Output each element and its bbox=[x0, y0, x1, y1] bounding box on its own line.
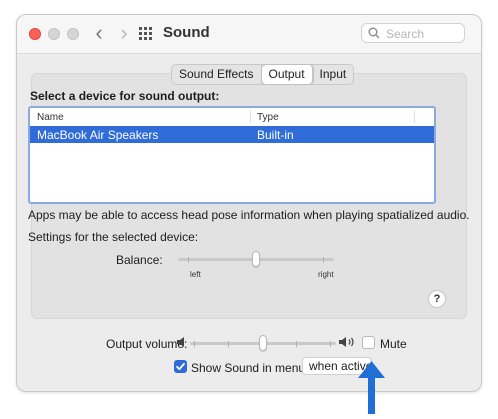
slider-tick bbox=[330, 341, 331, 347]
checkmark-icon bbox=[176, 362, 185, 371]
show-in-menu-bar-checkbox[interactable] bbox=[174, 360, 187, 373]
tab-input[interactable]: Input bbox=[313, 65, 354, 84]
forward-button[interactable]: › bbox=[114, 22, 134, 44]
mute-checkbox[interactable] bbox=[362, 336, 375, 349]
balance-label: Balance: bbox=[116, 253, 163, 267]
slider-tick bbox=[228, 341, 229, 347]
device-type: Built-in bbox=[257, 128, 294, 142]
speaker-low-icon bbox=[177, 337, 184, 347]
balance-slider[interactable] bbox=[178, 251, 334, 267]
output-volume-knob[interactable] bbox=[259, 335, 267, 351]
device-select-label: Select a device for sound output: bbox=[30, 89, 220, 103]
column-divider bbox=[250, 110, 251, 123]
device-row-selected[interactable]: MacBook Air Speakers Built-in bbox=[30, 126, 434, 143]
output-volume-slider[interactable] bbox=[190, 335, 336, 351]
list-header: Name Type bbox=[30, 108, 434, 127]
slider-tick bbox=[296, 341, 297, 347]
search-icon bbox=[368, 27, 380, 39]
tab-bar: Sound Effects Output Input bbox=[171, 64, 355, 85]
zoom-button[interactable] bbox=[67, 28, 79, 40]
search-field[interactable] bbox=[361, 23, 465, 43]
slider-tick bbox=[194, 341, 195, 347]
device-name: MacBook Air Speakers bbox=[37, 128, 159, 142]
tab-sound-effects[interactable]: Sound Effects bbox=[172, 65, 262, 84]
balance-right-label: right bbox=[318, 270, 334, 279]
column-divider bbox=[414, 110, 415, 123]
spatial-audio-info: Apps may be able to access head pose inf… bbox=[28, 208, 470, 222]
help-button[interactable]: ? bbox=[428, 290, 446, 308]
balance-left-label: left bbox=[190, 270, 201, 279]
grid-icon[interactable] bbox=[139, 27, 153, 41]
device-list[interactable]: Name Type MacBook Air Speakers Built-in bbox=[28, 106, 436, 204]
column-type-header[interactable]: Type bbox=[257, 112, 279, 123]
speaker-high-icon bbox=[339, 337, 354, 347]
mute-label[interactable]: Mute bbox=[380, 337, 407, 351]
minimize-button[interactable] bbox=[48, 28, 60, 40]
search-input[interactable] bbox=[384, 25, 464, 43]
window-title: Sound bbox=[163, 24, 210, 41]
annotation-arrow-icon bbox=[358, 361, 385, 414]
back-button[interactable]: ‹ bbox=[89, 22, 109, 44]
slider-tick bbox=[323, 257, 324, 263]
device-settings-label: Settings for the selected device: bbox=[28, 230, 199, 244]
balance-slider-knob[interactable] bbox=[252, 251, 260, 267]
column-name-header[interactable]: Name bbox=[37, 112, 64, 123]
tab-output[interactable]: Output bbox=[261, 65, 313, 84]
titlebar: ‹ › Sound bbox=[17, 15, 481, 54]
slider-tick bbox=[188, 257, 189, 263]
close-button[interactable] bbox=[29, 28, 41, 40]
